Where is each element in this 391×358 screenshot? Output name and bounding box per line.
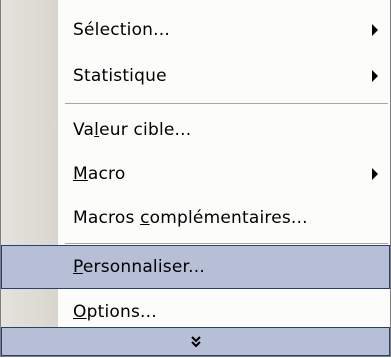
menu-separator <box>65 103 388 104</box>
menu-item-selection[interactable]: Sélection... <box>1 8 390 52</box>
menu-item-label: Options... <box>73 302 157 322</box>
menu-item-label: Statistique <box>73 66 167 86</box>
submenu-arrow-icon <box>372 24 378 36</box>
menu-item-label: Valeur cible... <box>73 120 192 140</box>
tools-dropdown-menu: Sélection... Statistique Valeur cible...… <box>0 0 391 357</box>
menu-item-valeur-cible[interactable]: Valeur cible... <box>1 108 390 152</box>
menu-item-label: Personnaliser... <box>73 257 205 277</box>
menu-item-statistique[interactable]: Statistique <box>1 54 390 98</box>
submenu-arrow-icon <box>372 70 378 82</box>
menu-item-macros-complementaires[interactable]: Macros complémentaires... <box>1 196 390 240</box>
menu-item-label: Sélection... <box>73 20 170 40</box>
expand-menu-button[interactable] <box>1 327 390 356</box>
submenu-arrow-icon <box>372 168 378 180</box>
double-chevron-down-icon <box>190 335 201 347</box>
menu-item-label: Macro <box>73 164 126 184</box>
menu-separator <box>65 243 388 244</box>
menu-item-personnaliser[interactable]: Personnaliser... <box>1 245 390 289</box>
menu-item-label: Macros complémentaires... <box>73 208 308 228</box>
menu-item-macro[interactable]: Macro <box>1 152 390 196</box>
